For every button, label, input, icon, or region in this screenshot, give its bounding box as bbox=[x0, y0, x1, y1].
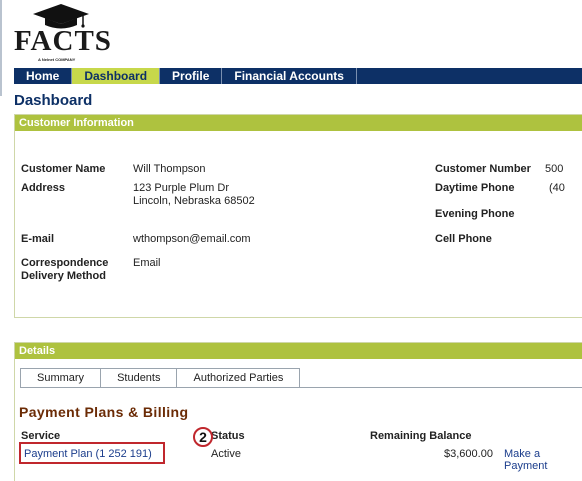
daytime-phone-value: (40 bbox=[549, 182, 565, 194]
correspondence-label-line2: Delivery Method bbox=[21, 270, 106, 282]
main-nav: Home Dashboard Profile Financial Account… bbox=[14, 68, 582, 84]
tab-authorized-parties[interactable]: Authorized Parties bbox=[176, 368, 301, 387]
email-value: wthompson@email.com bbox=[133, 233, 251, 245]
make-a-payment-link[interactable]: Make a Payment bbox=[504, 448, 582, 472]
tab-summary[interactable]: Summary bbox=[20, 368, 102, 387]
customer-number-value: 500 bbox=[545, 163, 564, 175]
page-title: Dashboard bbox=[14, 92, 93, 109]
column-status: Status bbox=[211, 430, 245, 442]
details-tabs: Summary Students Authorized Parties bbox=[20, 368, 301, 388]
email-label: E-mail bbox=[21, 233, 55, 245]
address-label: Address bbox=[21, 182, 66, 194]
correspondence-value: Email bbox=[133, 257, 161, 269]
brand-name: FACTS bbox=[14, 25, 112, 57]
cell-phone-label: Cell Phone bbox=[435, 233, 492, 245]
tab-divider bbox=[20, 387, 582, 388]
evening-phone-label: Evening Phone bbox=[435, 208, 515, 220]
nav-profile[interactable]: Profile bbox=[160, 68, 223, 84]
customer-name-label: Customer Name bbox=[21, 163, 106, 175]
tab-students[interactable]: Students bbox=[100, 368, 178, 387]
brand-tagline: A Nelnet COMPANY bbox=[38, 57, 76, 62]
payment-plan-status: Active bbox=[211, 448, 241, 460]
address-line-2: Lincoln, Nebraska 68502 bbox=[133, 195, 255, 207]
left-border-rule bbox=[0, 0, 2, 96]
address-line-1: 123 Purple Plum Dr bbox=[133, 182, 229, 194]
nav-financial-accounts[interactable]: Financial Accounts bbox=[222, 68, 357, 84]
customer-info-panel: Customer Information Customer Name Will … bbox=[14, 114, 582, 318]
customer-name-value: Will Thompson bbox=[133, 163, 206, 175]
nav-home[interactable]: Home bbox=[14, 68, 73, 84]
payment-plans-title: Payment Plans & Billing bbox=[19, 404, 189, 420]
customer-number-label: Customer Number bbox=[435, 163, 531, 175]
daytime-phone-label: Daytime Phone bbox=[435, 182, 515, 194]
correspondence-label-line1: Correspondence bbox=[21, 257, 109, 269]
column-service: Service bbox=[21, 430, 61, 442]
details-header: Details bbox=[15, 343, 582, 359]
callout-number-badge: 2 bbox=[193, 427, 213, 447]
facts-logo[interactable]: FACTS A Nelnet COMPANY bbox=[14, 3, 114, 63]
payment-plan-balance: $3,600.00 bbox=[444, 448, 493, 460]
column-remaining-balance: Remaining Balance bbox=[370, 430, 472, 442]
payment-plan-link[interactable]: Payment Plan (1 252 191) bbox=[24, 448, 152, 460]
nav-dashboard[interactable]: Dashboard bbox=[72, 68, 161, 84]
details-panel: Details Summary Students Authorized Part… bbox=[14, 342, 582, 481]
customer-info-header: Customer Information bbox=[15, 115, 582, 131]
